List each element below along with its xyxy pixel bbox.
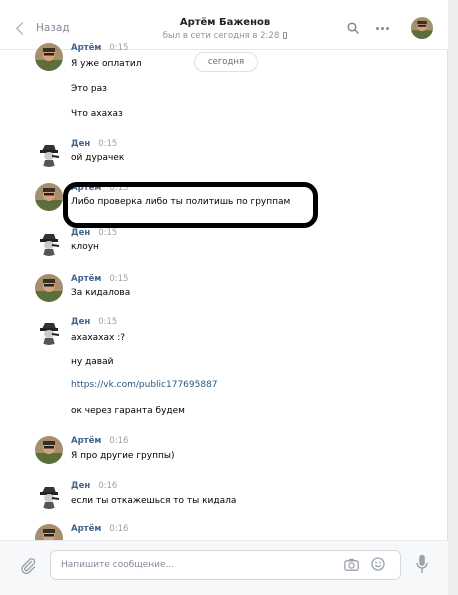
avatar-artem[interactable] <box>35 524 63 540</box>
message-text: ок через гаранта будем <box>71 406 185 416</box>
message-text: Я уже оплатил <box>71 59 142 69</box>
date-divider: сегодня <box>194 52 258 72</box>
avatar-den[interactable] <box>35 139 63 167</box>
author-name[interactable]: Ден <box>71 481 90 491</box>
message-time[interactable]: 0:15 <box>98 139 117 149</box>
message-text: Я про другие группы) <box>71 451 175 461</box>
microphone-icon[interactable] <box>416 554 428 574</box>
message-text: если ты откажешься то ты кидала <box>71 496 237 506</box>
author-name[interactable]: Ден <box>71 228 90 238</box>
more-actions-icon[interactable] <box>376 27 389 30</box>
message-time[interactable]: 0:16 <box>109 436 128 446</box>
avatar-artem[interactable] <box>35 183 63 211</box>
message-text: Что ахахаз <box>71 109 123 119</box>
chat-title-block[interactable]: Артём Баженов был в сети сегодня в 2:28 <box>140 17 310 41</box>
chat-window: Назад Артём Баженов был в сети сегодня в… <box>0 0 448 595</box>
avatar-den[interactable] <box>35 317 63 345</box>
author-name[interactable]: Артём <box>71 43 101 53</box>
message-time[interactable]: 0:15 <box>109 274 128 284</box>
avatar-artem[interactable] <box>35 274 63 302</box>
chevron-left-icon <box>16 21 29 35</box>
emoji-icon[interactable] <box>371 557 385 571</box>
avatar-den[interactable] <box>35 481 63 509</box>
message-text: ахахахах :? <box>71 333 126 343</box>
author-name[interactable]: Артём <box>71 524 101 534</box>
mobile-phone-icon <box>283 32 288 39</box>
avatar-artem[interactable] <box>35 43 63 71</box>
avatar-den[interactable] <box>35 228 63 256</box>
message-history[interactable]: сегодня Артём 0:15 Я уже оплатил Это раз … <box>0 43 448 540</box>
compose-bar <box>0 540 448 595</box>
back-button[interactable]: Назад <box>14 20 70 36</box>
message-text: Это раз <box>71 84 107 94</box>
header-avatar[interactable] <box>411 17 433 39</box>
camera-icon[interactable] <box>344 558 359 571</box>
message-time[interactable]: 0:15 <box>98 317 117 327</box>
message-time[interactable]: 0:15 <box>109 43 128 53</box>
back-label: Назад <box>36 22 70 34</box>
message-time[interactable]: 0:16 <box>109 524 128 534</box>
message-text: клоун <box>71 242 99 252</box>
author-name[interactable]: Ден <box>71 317 90 327</box>
message-text: За кидалова <box>71 288 131 298</box>
last-seen-status: был в сети сегодня в 2:28 <box>140 31 310 41</box>
message-text: ну давай <box>71 357 114 367</box>
chat-title: Артём Баженов <box>179 17 271 28</box>
message-input[interactable] <box>61 557 321 573</box>
author-name[interactable]: Артём <box>71 436 101 446</box>
search-icon[interactable] <box>347 22 359 34</box>
message-time[interactable]: 0:15 <box>98 228 117 238</box>
author-name[interactable]: Артём <box>71 274 101 284</box>
author-name[interactable]: Ден <box>71 139 90 149</box>
message-time[interactable]: 0:16 <box>98 481 117 491</box>
message-text: ой дурачек <box>71 153 125 163</box>
highlight-annotation <box>63 182 318 228</box>
attach-paperclip-icon[interactable] <box>19 556 37 574</box>
avatar-artem[interactable] <box>35 436 63 464</box>
message-link[interactable]: https://vk.com/public177695887 <box>71 380 218 390</box>
